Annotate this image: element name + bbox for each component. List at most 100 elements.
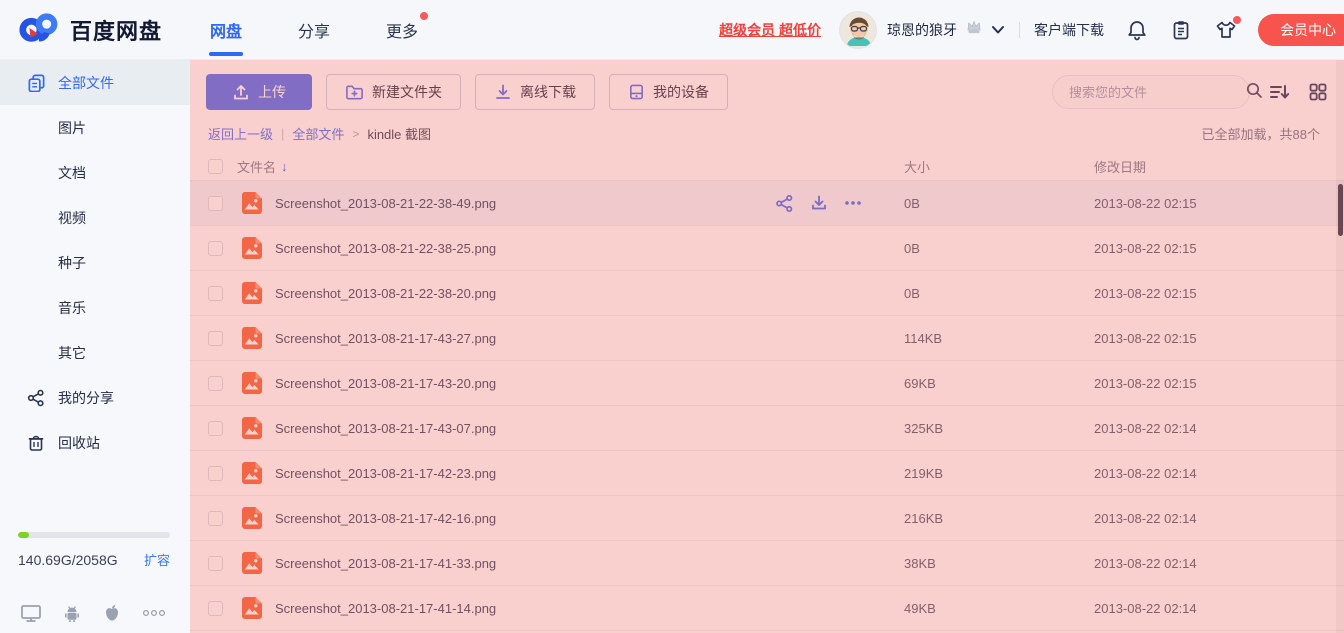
row-checkbox[interactable] bbox=[208, 195, 223, 211]
select-all-checkbox[interactable] bbox=[208, 159, 223, 174]
file-name[interactable]: Screenshot_2013-08-21-22-38-20.png bbox=[275, 286, 496, 301]
sidebar-item-documents[interactable]: 文档 bbox=[0, 150, 190, 195]
brand-title: 百度网盘 bbox=[70, 18, 163, 44]
file-size: 49KB bbox=[904, 600, 936, 616]
share-file-icon[interactable] bbox=[775, 194, 794, 213]
more-actions-icon[interactable] bbox=[844, 200, 862, 206]
sidebar: 全部文件 图片 文档 视频 种子 音乐 其它 我的分享 回收站 140.69G/… bbox=[0, 60, 190, 633]
column-header-name[interactable]: 文件名 bbox=[237, 157, 276, 176]
load-status: 已全部加载，共88个 bbox=[1201, 127, 1320, 142]
brand-logo[interactable]: 百度网盘 bbox=[18, 9, 162, 50]
client-download-link[interactable]: 客户端下载 bbox=[1034, 20, 1104, 40]
row-checkbox[interactable] bbox=[208, 465, 223, 481]
sidebar-item-other[interactable]: 其它 bbox=[0, 330, 190, 375]
avatar[interactable] bbox=[839, 10, 877, 49]
table-row[interactable]: Screenshot_2013-08-21-17-42-23.png 219KB… bbox=[190, 451, 1344, 496]
share-icon bbox=[26, 388, 46, 408]
row-checkbox[interactable] bbox=[208, 555, 223, 571]
scrollbar-track[interactable] bbox=[1336, 60, 1344, 633]
svip-promo-link[interactable]: 超级会员 超低价 bbox=[719, 20, 821, 40]
upload-icon bbox=[232, 83, 250, 101]
row-actions bbox=[775, 194, 862, 213]
table-row[interactable]: Screenshot_2013-08-21-17-43-20.png 69KB … bbox=[190, 361, 1344, 406]
expand-storage-link[interactable]: 扩容 bbox=[144, 550, 170, 569]
tshirt-gift-icon[interactable] bbox=[1214, 15, 1241, 41]
table-row[interactable]: Screenshot_2013-08-21-17-41-14.png 49KB … bbox=[190, 586, 1344, 631]
trash-icon bbox=[26, 433, 46, 453]
file-name[interactable]: Screenshot_2013-08-21-17-42-16.png bbox=[275, 511, 496, 526]
sidebar-item-videos[interactable]: 视频 bbox=[0, 195, 190, 240]
chevron-down-icon[interactable] bbox=[991, 25, 1005, 35]
column-header-date[interactable]: 修改日期 bbox=[1094, 157, 1344, 176]
file-name[interactable]: Screenshot_2013-08-21-22-38-25.png bbox=[275, 241, 496, 256]
column-header-size[interactable]: 大小 bbox=[904, 157, 1094, 176]
file-name[interactable]: Screenshot_2013-08-21-17-42-23.png bbox=[275, 466, 496, 481]
bell-icon[interactable] bbox=[1126, 19, 1148, 41]
table-row[interactable]: Screenshot_2013-08-21-17-42-16.png 216KB… bbox=[190, 496, 1344, 541]
row-checkbox[interactable] bbox=[208, 285, 223, 301]
row-checkbox[interactable] bbox=[208, 420, 223, 436]
table-header: 文件名 ↓ 大小 修改日期 bbox=[190, 153, 1344, 181]
sort-order-icon[interactable] bbox=[1268, 82, 1290, 102]
desktop-client-icon[interactable] bbox=[20, 603, 42, 623]
table-row[interactable]: Screenshot_2013-08-21-22-38-25.png 0B 20… bbox=[190, 226, 1344, 271]
file-name[interactable]: Screenshot_2013-08-21-17-41-33.png bbox=[275, 556, 496, 571]
image-file-icon bbox=[239, 235, 265, 261]
username[interactable]: 琼恩的狼牙 bbox=[887, 20, 957, 40]
clipboard-icon[interactable] bbox=[1170, 19, 1192, 41]
search-input[interactable] bbox=[1069, 84, 1245, 100]
table-row[interactable]: Screenshot_2013-08-21-17-43-27.png 114KB… bbox=[190, 316, 1344, 361]
file-name[interactable]: Screenshot_2013-08-21-17-43-07.png bbox=[275, 421, 496, 436]
upload-button[interactable]: 上传 bbox=[206, 74, 312, 110]
sidebar-item-recycle-bin[interactable]: 回收站 bbox=[0, 420, 190, 465]
offline-download-button[interactable]: 离线下载 bbox=[475, 74, 595, 110]
row-checkbox[interactable] bbox=[208, 330, 223, 346]
gift-notification-dot bbox=[1233, 15, 1241, 24]
sort-desc-arrow-icon[interactable]: ↓ bbox=[281, 159, 288, 174]
row-checkbox[interactable] bbox=[208, 510, 223, 526]
tab-share[interactable]: 分享 bbox=[298, 14, 330, 46]
file-date: 2013-08-22 02:15 bbox=[1094, 330, 1197, 346]
file-date: 2013-08-22 02:14 bbox=[1094, 510, 1197, 526]
sidebar-item-all-files[interactable]: 全部文件 bbox=[0, 60, 190, 105]
row-checkbox[interactable] bbox=[208, 240, 223, 256]
sidebar-item-my-shares[interactable]: 我的分享 bbox=[0, 375, 190, 420]
sidebar-item-pictures[interactable]: 图片 bbox=[0, 105, 190, 150]
table-row[interactable]: Screenshot_2013-08-21-22-38-20.png 0B 20… bbox=[190, 271, 1344, 316]
file-date: 2013-08-22 02:15 bbox=[1094, 285, 1197, 301]
file-name[interactable]: Screenshot_2013-08-21-17-43-20.png bbox=[275, 376, 496, 391]
search-box bbox=[1052, 75, 1262, 109]
row-checkbox[interactable] bbox=[208, 600, 223, 616]
scrollbar-thumb[interactable] bbox=[1338, 184, 1343, 236]
sidebar-item-torrents[interactable]: 种子 bbox=[0, 240, 190, 285]
apple-client-icon[interactable] bbox=[102, 603, 122, 623]
row-checkbox[interactable] bbox=[208, 375, 223, 391]
file-name[interactable]: Screenshot_2013-08-21-17-41-14.png bbox=[275, 601, 496, 616]
tab-netdisk[interactable]: 网盘 bbox=[210, 14, 242, 46]
file-name[interactable]: Screenshot_2013-08-21-17-43-27.png bbox=[275, 331, 496, 346]
image-file-icon bbox=[239, 370, 265, 396]
file-size: 114KB bbox=[904, 330, 943, 346]
vip-center-button[interactable]: 会员中心 bbox=[1258, 13, 1344, 46]
file-size: 0B bbox=[904, 195, 920, 211]
download-file-icon[interactable] bbox=[810, 194, 828, 212]
android-client-icon[interactable] bbox=[62, 603, 82, 623]
breadcrumb-back-link[interactable]: 返回上一级 bbox=[208, 124, 273, 143]
table-row[interactable]: Screenshot_2013-08-21-17-43-07.png 325KB… bbox=[190, 406, 1344, 451]
my-devices-button[interactable]: 我的设备 bbox=[609, 74, 728, 110]
new-folder-button[interactable]: 新建文件夹 bbox=[326, 74, 461, 110]
breadcrumb-root-link[interactable]: 全部文件 bbox=[292, 124, 344, 143]
tab-more[interactable]: 更多 bbox=[386, 11, 429, 46]
divider bbox=[1019, 21, 1020, 38]
more-devices-icon[interactable] bbox=[142, 609, 166, 617]
image-file-icon bbox=[239, 415, 265, 441]
search-icon[interactable] bbox=[1245, 81, 1263, 104]
file-name[interactable]: Screenshot_2013-08-21-22-38-49.png bbox=[275, 196, 496, 211]
image-file-icon bbox=[239, 190, 265, 216]
grid-view-icon[interactable] bbox=[1308, 82, 1328, 102]
breadcrumb-current-folder: kindle 截图 bbox=[367, 127, 432, 142]
file-date: 2013-08-22 02:14 bbox=[1094, 465, 1197, 481]
sidebar-item-music[interactable]: 音乐 bbox=[0, 285, 190, 330]
table-row[interactable]: Screenshot_2013-08-21-22-38-49.png 0B 20… bbox=[190, 181, 1344, 226]
table-row[interactable]: Screenshot_2013-08-21-17-41-33.png 38KB … bbox=[190, 541, 1344, 586]
